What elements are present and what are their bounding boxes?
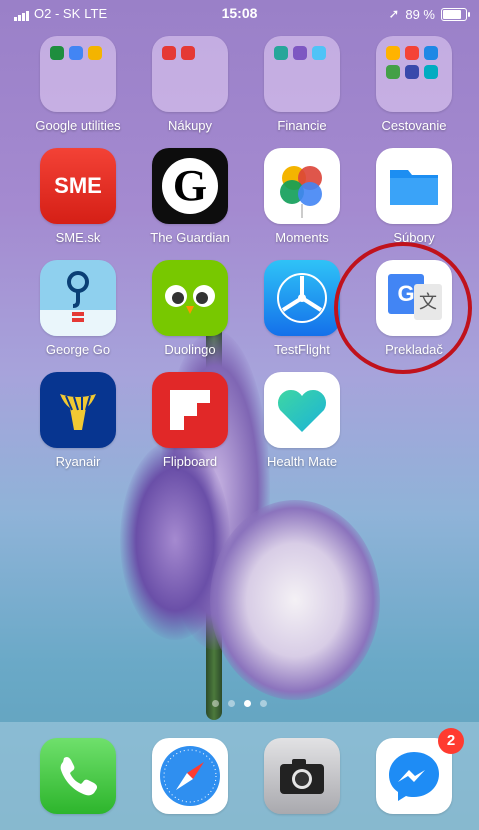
app-label: Health Mate: [266, 454, 338, 469]
app-google-utilities[interactable]: Google utilities: [28, 36, 128, 133]
app-health-mate[interactable]: Health Mate: [252, 372, 352, 469]
app-the-guardian[interactable]: G The Guardian: [140, 148, 240, 245]
app-label: Google utilities: [35, 118, 121, 133]
app-cestovanie[interactable]: Cestovanie: [364, 36, 464, 133]
app-moments[interactable]: Moments: [252, 148, 352, 245]
app-george-go[interactable]: George Go: [28, 260, 128, 357]
app-flipboard[interactable]: Flipboard: [140, 372, 240, 469]
dock-camera[interactable]: [252, 738, 352, 814]
app-label: SME.sk: [55, 230, 101, 245]
files-icon: [376, 148, 452, 224]
app-label: Moments: [275, 230, 329, 245]
app-label: Duolingo: [164, 342, 216, 357]
phone-icon: [40, 738, 116, 814]
folder-icon: [152, 36, 228, 112]
sme-icon: SME: [40, 148, 116, 224]
ryanair-icon: [40, 372, 116, 448]
app-label: Ryanair: [55, 454, 101, 469]
safari-icon: [152, 738, 228, 814]
folder-icon: [40, 36, 116, 112]
app-s-bory[interactable]: Súbory: [364, 148, 464, 245]
page-dot[interactable]: [260, 700, 267, 707]
duolingo-icon: [152, 260, 228, 336]
dock-safari[interactable]: [140, 738, 240, 814]
app-label: Cestovanie: [381, 118, 447, 133]
battery-icon: [441, 7, 470, 21]
highlight-circle: [334, 242, 472, 374]
notification-badge: 2: [438, 728, 464, 754]
camera-icon: [264, 738, 340, 814]
battery-percent: 89 %: [405, 6, 435, 22]
app-label: The Guardian: [150, 230, 230, 245]
page-dot[interactable]: [212, 700, 219, 707]
app-ryanair[interactable]: Ryanair: [28, 372, 128, 469]
status-bar: O2 - SK LTE 15:08 ➚ 89 %: [0, 0, 479, 26]
healthmate-icon: [264, 372, 340, 448]
moments-icon: [264, 148, 340, 224]
folder-icon: [376, 36, 452, 112]
app-sme-sk[interactable]: SME SME.sk: [28, 148, 128, 245]
page-dot[interactable]: [228, 700, 235, 707]
app-label: George Go: [45, 342, 111, 357]
app-label: TestFlight: [274, 342, 330, 357]
app-label: Flipboard: [162, 454, 218, 469]
app-n-kupy[interactable]: Nákupy: [140, 36, 240, 133]
flipboard-icon: [152, 372, 228, 448]
guardian-icon: G: [152, 148, 228, 224]
app-financie[interactable]: Financie: [252, 36, 352, 133]
app-label: Financie: [277, 118, 327, 133]
george-icon: [40, 260, 116, 336]
app-label: Nákupy: [167, 118, 213, 133]
page-dot[interactable]: [244, 700, 251, 707]
testflight-icon: [264, 260, 340, 336]
page-indicator[interactable]: [0, 700, 479, 707]
location-icon: ➚: [388, 6, 400, 21]
dock-phone[interactable]: [28, 738, 128, 814]
dock-messenger[interactable]: 2: [364, 728, 464, 814]
app-duolingo[interactable]: Duolingo: [140, 260, 240, 357]
folder-icon: [264, 36, 340, 112]
